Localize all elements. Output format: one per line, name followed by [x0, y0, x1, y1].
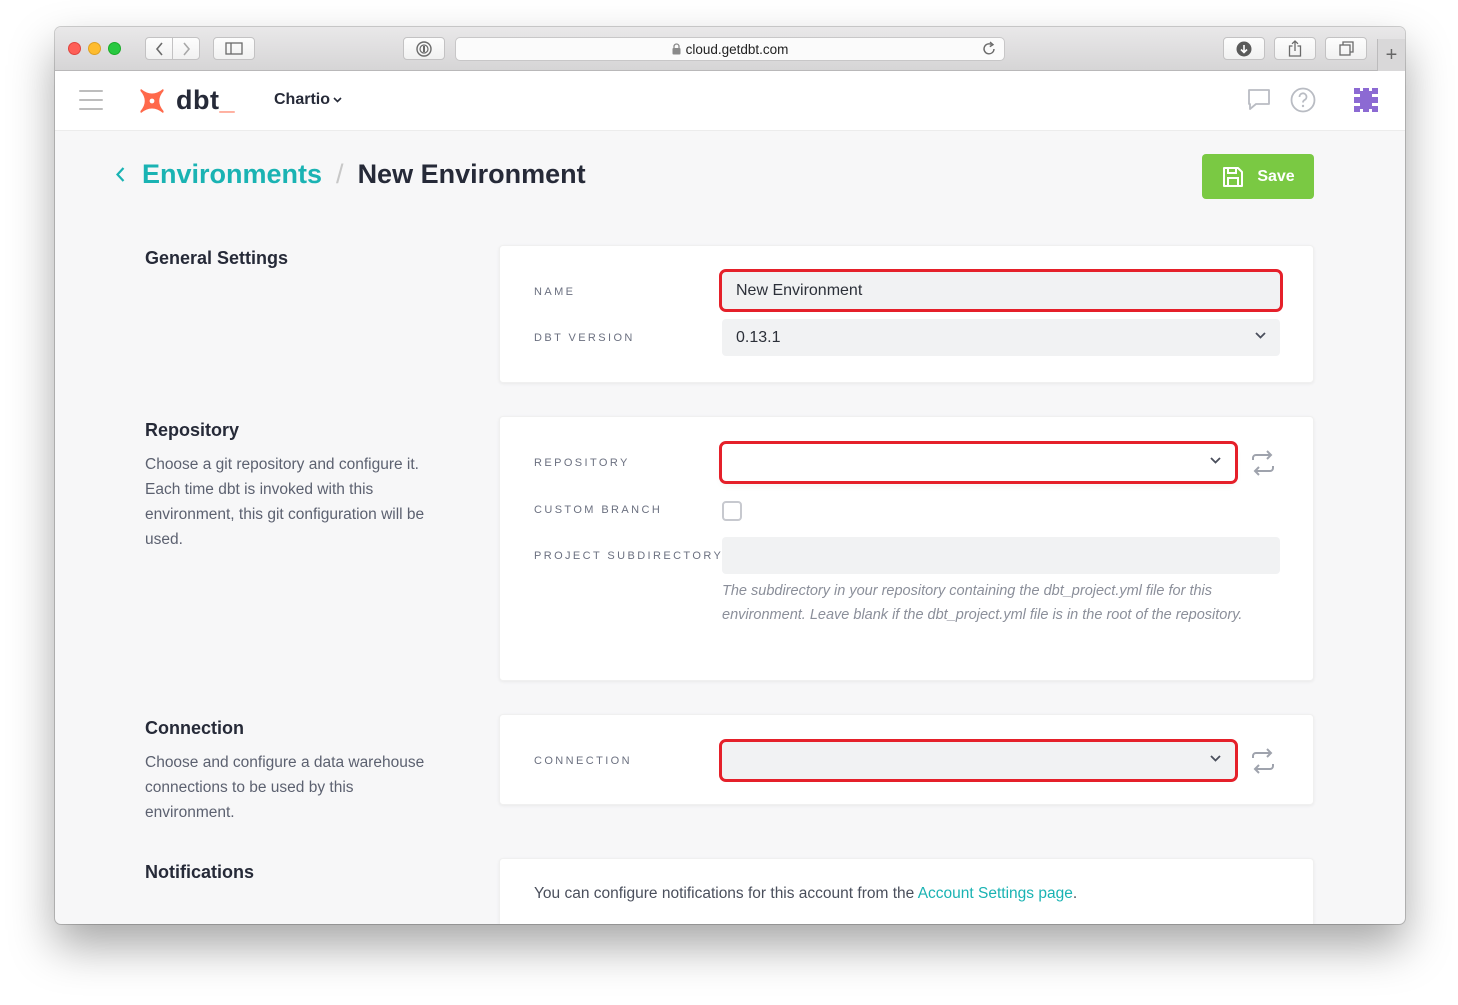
browser-toolbar: cloud.getdbt.com + [55, 27, 1405, 71]
chevron-down-icon [1255, 332, 1266, 339]
password-manager-icon [416, 40, 432, 57]
download-icon [1236, 41, 1252, 56]
share-icon [1288, 40, 1302, 57]
refresh-repository-icon[interactable] [1250, 449, 1276, 477]
repository-description: Choose a git repository and configure it… [145, 456, 425, 548]
reload-icon[interactable] [982, 41, 996, 59]
dbt-logo[interactable]: dbt_ [137, 85, 235, 116]
dbt-logo-icon [140, 88, 164, 113]
connection-description: Choose and configure a data warehouse co… [145, 754, 425, 821]
chevron-right-icon [182, 41, 190, 56]
dbt-version-value: 0.13.1 [736, 328, 781, 346]
browser-window: cloud.getdbt.com + dbt_ Chartio Environm… [55, 27, 1405, 924]
chevron-left-icon [155, 41, 163, 56]
minimize-window-button[interactable] [88, 42, 101, 55]
chevron-down-icon [1210, 457, 1221, 464]
identicon-avatar [1351, 85, 1381, 115]
dbt-version-select[interactable]: 0.13.1 [722, 319, 1280, 356]
tabs-overview-button[interactable] [1325, 37, 1367, 60]
connection-card: CONNECTION [499, 714, 1314, 805]
sidebar-icon [225, 42, 243, 55]
org-name: Chartio [274, 91, 330, 108]
breadcrumb: Environments / New Environment [115, 159, 586, 190]
connection-select[interactable] [719, 739, 1238, 782]
repository-card: REPOSITORY CUSTOM BRANCH PROJECT SUBDIRE… [499, 416, 1314, 681]
floppy-disk-icon [1223, 166, 1244, 187]
question-circle-icon[interactable] [1290, 87, 1316, 113]
name-label: NAME [534, 286, 576, 298]
project-subdirectory-label: PROJECT SUBDIRECTORY [534, 550, 724, 562]
general-settings-card: NAME DBT VERSION 0.13.1 [499, 245, 1314, 383]
share-button[interactable] [1274, 37, 1316, 60]
custom-branch-checkbox[interactable] [722, 501, 742, 521]
save-button[interactable]: Save [1202, 154, 1314, 199]
close-window-button[interactable] [68, 42, 81, 55]
repository-select[interactable] [719, 441, 1238, 484]
chevron-down-icon [333, 97, 342, 103]
zoom-window-button[interactable] [108, 42, 121, 55]
notifications-title: Notifications [145, 862, 255, 882]
refresh-connection-icon[interactable] [1250, 747, 1276, 775]
breadcrumb-environments-link[interactable]: Environments [142, 159, 322, 190]
breadcrumb-separator: / [336, 159, 344, 189]
tabs-icon [1338, 41, 1354, 56]
chevron-down-icon [1210, 755, 1221, 762]
chevron-left-icon[interactable] [115, 166, 126, 183]
connection-title: Connection [145, 718, 244, 738]
lock-icon [672, 43, 681, 55]
name-input[interactable] [719, 269, 1283, 312]
repository-title: Repository [145, 420, 240, 440]
custom-branch-label: CUSTOM BRANCH [534, 504, 663, 516]
address-url: cloud.getdbt.com [685, 41, 789, 57]
address-bar[interactable]: cloud.getdbt.com [455, 37, 1005, 61]
new-tab-button[interactable]: + [1377, 39, 1405, 71]
repository-label: REPOSITORY [534, 457, 630, 469]
org-switcher[interactable]: Chartio [274, 91, 342, 109]
project-subdirectory-help: The subdirectory in your repository cont… [722, 583, 1243, 623]
page-title: New Environment [357, 159, 586, 189]
menu-icon[interactable] [79, 90, 103, 110]
back-button[interactable] [145, 37, 173, 60]
logo-wordmark: dbt_ [176, 85, 236, 115]
account-settings-link[interactable]: Account Settings page [918, 885, 1073, 902]
app-header: dbt_ Chartio [55, 71, 1405, 131]
dbt-version-label: DBT VERSION [534, 332, 635, 344]
password-manager-button[interactable] [403, 37, 445, 60]
connection-label: CONNECTION [534, 755, 632, 767]
plus-icon: + [1385, 43, 1398, 66]
downloads-button[interactable] [1223, 37, 1265, 60]
save-button-label: Save [1257, 167, 1295, 185]
project-subdirectory-input[interactable] [722, 537, 1280, 574]
notifications-text: You can configure notifications for this… [534, 885, 1078, 902]
general-settings-title: General Settings [145, 248, 289, 268]
chat-bubble-icon[interactable] [1247, 88, 1271, 111]
notifications-card: You can configure notifications for this… [499, 858, 1314, 924]
forward-button[interactable] [172, 37, 200, 60]
user-avatar[interactable] [1351, 85, 1381, 115]
sidebar-toggle-button[interactable] [213, 37, 255, 60]
